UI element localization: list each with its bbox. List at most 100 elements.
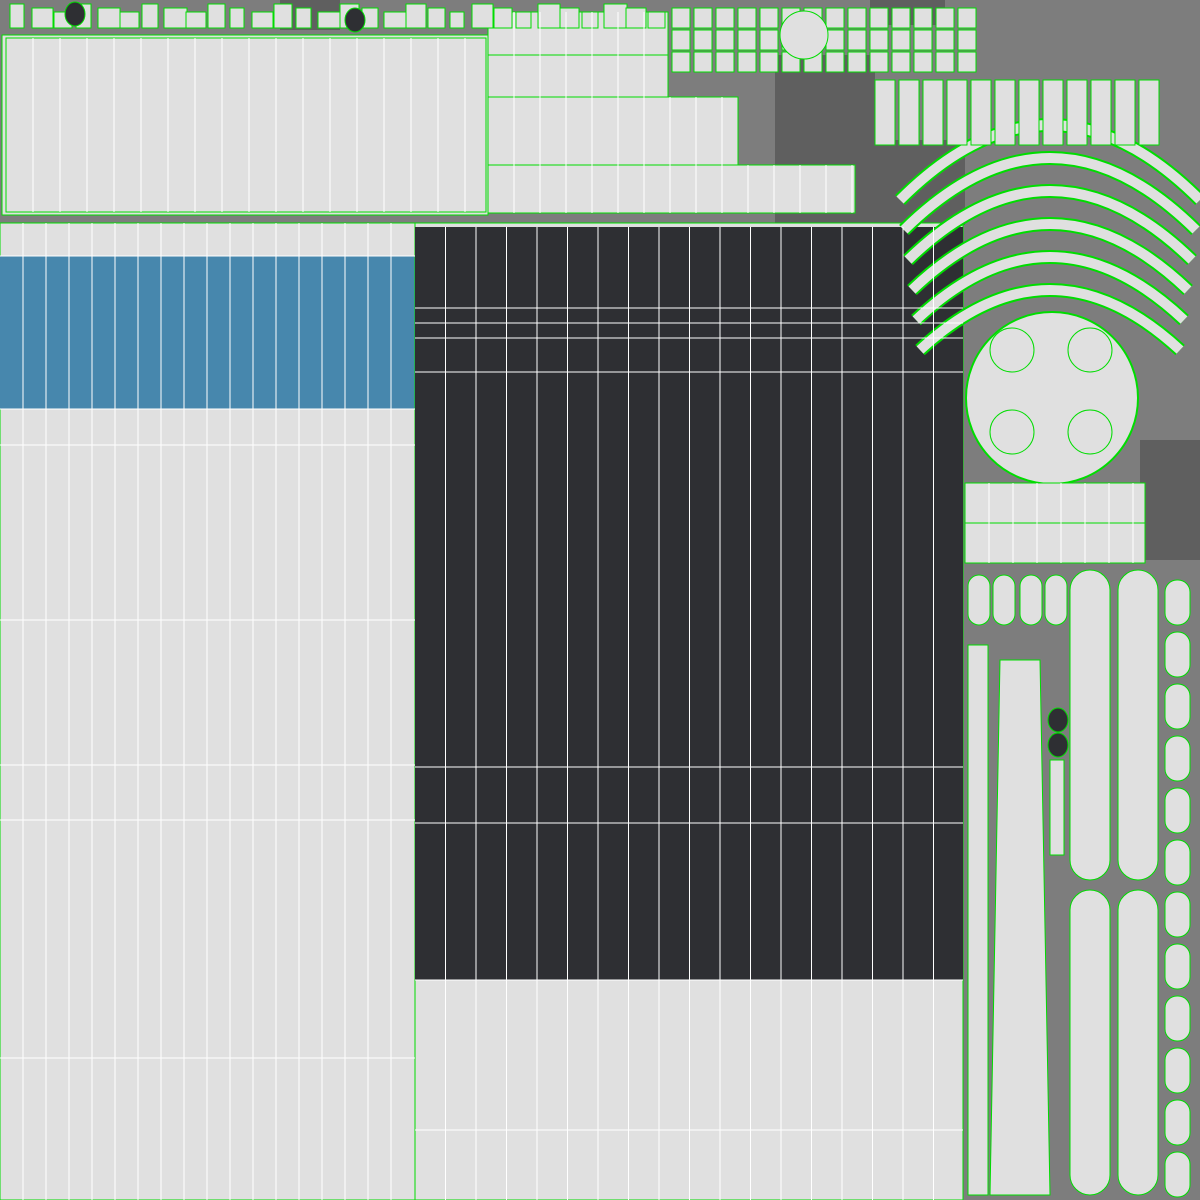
- uv-island-top-left: [1, 34, 489, 216]
- uv-island-slat: [935, 7, 955, 29]
- uv-island-slat: [1114, 79, 1136, 146]
- shadow-region: [1140, 440, 1200, 560]
- uv-island-small: [119, 11, 140, 29]
- uv-island-small: [273, 3, 293, 29]
- uv-capsule-small: [1164, 1151, 1191, 1198]
- uv-island-slat: [1090, 79, 1112, 146]
- uv-island-slat: [737, 29, 757, 51]
- uv-island-slat: [825, 51, 845, 73]
- uv-island-slat: [671, 29, 691, 51]
- uv-island-slat: [693, 29, 713, 51]
- uv-island-slat: [693, 7, 713, 29]
- uv-island-socket: [1067, 409, 1113, 455]
- uv-island-slat: [994, 79, 1016, 146]
- uv-island-small: [229, 7, 245, 29]
- uv-island-small: [383, 11, 408, 29]
- uv-island-strip: [964, 482, 1146, 524]
- uv-capsule: [1069, 889, 1111, 1196]
- uv-island-slat: [935, 29, 955, 51]
- uv-island-slat: [671, 7, 691, 29]
- uv-island-long-strip: [967, 644, 989, 1196]
- uv-island-small: [1049, 759, 1065, 856]
- uv-capsule-small: [992, 574, 1016, 626]
- hatched-swatch-icon: [64, 1, 86, 27]
- uv-island-slat: [847, 7, 867, 29]
- uv-island-slat: [869, 7, 889, 29]
- uv-island-slat: [898, 79, 920, 146]
- uv-island-slat: [759, 7, 779, 29]
- uv-capsule-small: [1164, 1099, 1191, 1146]
- uv-island-slat: [671, 51, 691, 73]
- uv-island-slat: [957, 29, 977, 51]
- hatched-swatch-icon: [344, 7, 366, 33]
- uv-island-slat: [847, 29, 867, 51]
- uv-island-small: [493, 7, 513, 29]
- uv-island-slat: [693, 51, 713, 73]
- uv-capsule-small: [1164, 631, 1191, 678]
- uv-island-slat: [891, 51, 911, 73]
- uv-island-small: [31, 7, 54, 29]
- uv-island-slat: [1138, 79, 1160, 146]
- uv-island-socket: [989, 409, 1035, 455]
- uv-capsule-small: [1164, 787, 1191, 834]
- hatched-swatch-icon: [1047, 707, 1069, 733]
- uv-island-slat: [759, 29, 779, 51]
- uv-island-slat: [913, 29, 933, 51]
- uv-capsule-small: [1164, 839, 1191, 886]
- uv-capsule-small: [1164, 1047, 1191, 1094]
- uv-island-slat: [957, 51, 977, 73]
- uv-island-slat: [1018, 79, 1040, 146]
- uv-island-small: [97, 7, 121, 29]
- uv-island-disc: [965, 311, 1139, 485]
- uv-capsule-small: [1164, 683, 1191, 730]
- uv-capsule: [1069, 569, 1111, 881]
- uv-island-small: [295, 7, 312, 29]
- uv-island-slat: [715, 51, 735, 73]
- uv-island-small: [405, 3, 427, 29]
- uv-island-small: [163, 7, 188, 29]
- uv-island-slat: [715, 7, 735, 29]
- uv-island-slat: [869, 51, 889, 73]
- uv-island-slat: [935, 51, 955, 73]
- uv-island-small: [581, 11, 599, 29]
- uv-island-small: [427, 7, 446, 29]
- hatched-swatch-icon: [1047, 732, 1069, 758]
- uv-island-slat: [957, 7, 977, 29]
- uv-layout-canvas: [0, 0, 1200, 1200]
- uv-island-slat: [737, 51, 757, 73]
- uv-island-slat: [847, 51, 867, 73]
- uv-capsule: [1117, 889, 1159, 1196]
- uv-island-slat: [970, 79, 992, 146]
- uv-capsule-small: [1164, 735, 1191, 782]
- uv-island-slat: [891, 29, 911, 51]
- uv-island-small: [647, 11, 666, 29]
- uv-island-small: [317, 11, 341, 29]
- uv-island-small: [515, 11, 532, 29]
- uv-island-taper: [989, 659, 1051, 1196]
- uv-island-small: [251, 11, 274, 29]
- uv-island-slat: [874, 79, 896, 146]
- uv-island-small: [537, 3, 561, 29]
- uv-island-small: [185, 11, 207, 29]
- uv-island-slat: [825, 29, 845, 51]
- uv-island-slat: [913, 51, 933, 73]
- uv-island-socket: [989, 327, 1035, 373]
- uv-island-slat: [913, 7, 933, 29]
- uv-island-strip: [487, 96, 739, 166]
- uv-island-small: [471, 3, 494, 29]
- uv-island-small: [141, 3, 159, 29]
- uv-capsule-small: [1044, 574, 1068, 626]
- uv-island-strip: [487, 54, 669, 98]
- uv-capsule-small: [1019, 574, 1043, 626]
- uv-island-small: [603, 3, 628, 29]
- uv-island-socket: [1067, 327, 1113, 373]
- uv-capsule-small: [1164, 943, 1191, 990]
- uv-island-slat: [891, 7, 911, 29]
- uv-capsule-small: [1164, 891, 1191, 938]
- uv-island-slat: [737, 7, 757, 29]
- uv-island-slat: [759, 51, 779, 73]
- uv-island-slat: [715, 29, 735, 51]
- uv-island-small: [625, 7, 647, 29]
- uv-capsule-small: [1164, 995, 1191, 1042]
- uv-island-disc-small: [779, 10, 829, 60]
